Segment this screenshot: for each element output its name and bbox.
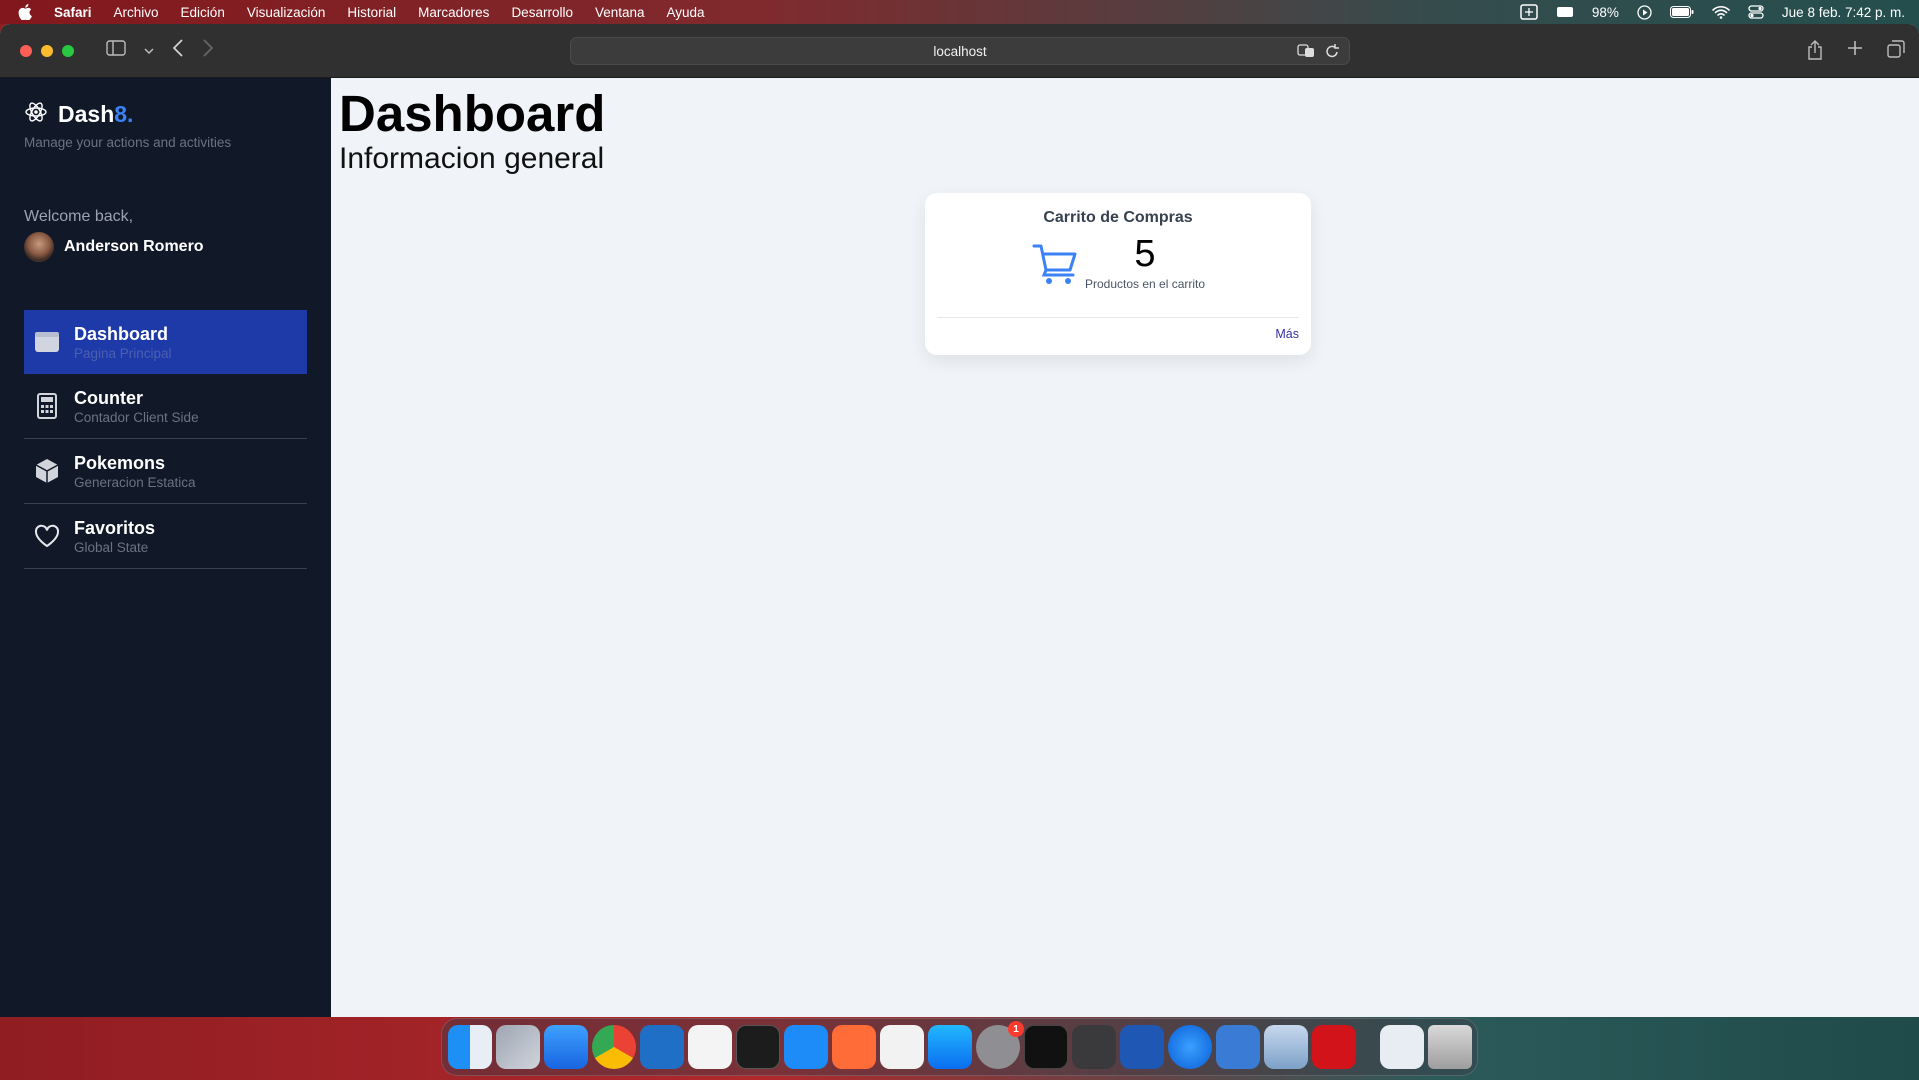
sidebar-toggle-icon[interactable]: [106, 40, 126, 61]
menu-visualizacion[interactable]: Visualización: [247, 5, 326, 20]
cart-description: Productos en el carrito: [1084, 277, 1206, 291]
more-link[interactable]: Más: [1275, 327, 1299, 341]
screen-mirror-icon[interactable]: [1520, 4, 1538, 20]
wifi-icon[interactable]: [1712, 5, 1730, 19]
terminal-icon[interactable]: [736, 1025, 780, 1069]
reload-icon[interactable]: [1325, 43, 1339, 62]
window-controls: [20, 44, 74, 57]
macos-dock: 1: [441, 1018, 1478, 1076]
shopping-cart-card: Carrito de Compras 5 Productos en el car…: [925, 193, 1311, 355]
calculator-icon: [34, 393, 60, 419]
sidebar-item-sublabel: Global State: [74, 539, 149, 555]
main-content: Dashboard Informacion general Carrito de…: [331, 78, 1919, 1017]
battery-percent: 98%: [1591, 4, 1619, 20]
address-bar[interactable]: localhost: [570, 37, 1350, 65]
close-window-button[interactable]: [20, 44, 32, 57]
browser-window: localhost Dash8. Manage your actions and…: [0, 24, 1919, 1017]
sidebar-item-sublabel: Contador Client Side: [74, 409, 199, 425]
user-profile: Anderson Romero: [24, 232, 307, 262]
sidebar-item-favoritos[interactable]: Favoritos Global State: [24, 504, 307, 569]
trash-icon[interactable]: [1428, 1025, 1472, 1069]
preview-icon[interactable]: [1264, 1025, 1308, 1069]
launchpad-icon[interactable]: [496, 1025, 540, 1069]
word-icon[interactable]: [1120, 1025, 1164, 1069]
sidebar-item-sublabel: Pagina Principal: [74, 345, 172, 361]
notification-badge: 1: [1008, 1021, 1024, 1037]
shopping-cart-icon: [1031, 239, 1079, 287]
menu-edicion[interactable]: Edición: [181, 5, 225, 20]
brand-title: Dash8.: [58, 101, 134, 127]
app-store-icon[interactable]: [928, 1025, 972, 1069]
forward-button[interactable]: [202, 39, 214, 62]
finder-icon[interactable]: [448, 1025, 492, 1069]
textedit-icon[interactable]: [880, 1025, 924, 1069]
sidebar-item-label: Dashboard: [74, 323, 169, 344]
battery-icon[interactable]: [1669, 6, 1694, 18]
welcome-text: Welcome back,: [24, 208, 134, 225]
keyboard-icon[interactable]: [1556, 6, 1574, 18]
system-settings-icon[interactable]: 1: [976, 1021, 1024, 1069]
docker-icon[interactable]: [784, 1025, 828, 1069]
chevron-down-icon[interactable]: [144, 42, 154, 60]
react-atom-icon: [24, 100, 48, 129]
user-name: Anderson Romero: [64, 238, 204, 255]
migration-icon[interactable]: [1216, 1025, 1260, 1069]
browser-toolbar: localhost: [0, 24, 1919, 78]
zoom-window-button[interactable]: [62, 44, 74, 57]
minimize-window-button[interactable]: [41, 44, 53, 57]
sidebar-item-sublabel: Generacion Estatica: [74, 474, 196, 490]
cart-count: 5: [1134, 233, 1156, 275]
menu-ayuda[interactable]: Ayuda: [667, 5, 705, 20]
play-circle-icon[interactable]: [1637, 4, 1652, 20]
chrome-icon[interactable]: [592, 1025, 636, 1069]
mail-icon[interactable]: [544, 1025, 588, 1069]
sidebar: Dash8. Manage your actions and activitie…: [0, 78, 331, 1017]
safari-icon[interactable]: [1168, 1025, 1212, 1069]
brand: Dash8.: [24, 100, 307, 129]
brand-accent: 8.: [114, 101, 134, 127]
share-icon[interactable]: [1807, 40, 1823, 65]
heart-icon: [34, 523, 60, 549]
control-center-icon[interactable]: [1748, 5, 1764, 19]
postman-icon[interactable]: [832, 1025, 876, 1069]
vscode-icon[interactable]: [640, 1025, 684, 1069]
card-divider: [937, 317, 1299, 318]
brand-tagline: Manage your actions and activities: [24, 135, 232, 150]
back-button[interactable]: [172, 39, 184, 62]
menu-app-name[interactable]: Safari: [54, 5, 92, 20]
menu-datetime[interactable]: Jue 8 feb. 7:42 p. m.: [1782, 5, 1905, 20]
acrobat-icon[interactable]: [1312, 1025, 1356, 1069]
macos-menu-bar: Safari Archivo Edición Visualización His…: [0, 0, 1919, 24]
window-icon: [34, 329, 60, 355]
sidebar-item-pokemons[interactable]: Pokemons Generacion Estatica: [24, 439, 307, 504]
translate-icon[interactable]: [1297, 43, 1315, 62]
page-title: Dashboard: [339, 85, 606, 142]
menu-ventana[interactable]: Ventana: [595, 5, 645, 20]
sidebar-nav: Dashboard Pagina Principal Counter Conta…: [24, 310, 307, 569]
sidebar-item-label: Counter: [74, 387, 143, 408]
downloads-folder-icon[interactable]: [1380, 1025, 1424, 1069]
new-tab-icon[interactable]: [1847, 40, 1863, 65]
page-subtitle: Informacion general: [339, 142, 605, 176]
sidebar-item-label: Pokemons: [74, 452, 166, 473]
menu-desarrollo[interactable]: Desarrollo: [511, 5, 573, 20]
activity-monitor-icon[interactable]: [1024, 1025, 1068, 1069]
sidebar-item-dashboard[interactable]: Dashboard Pagina Principal: [24, 310, 307, 374]
menu-historial[interactable]: Historial: [347, 5, 396, 20]
sidebar-item-label: Favoritos: [74, 517, 156, 538]
sidebar-item-counter[interactable]: Counter Contador Client Side: [24, 374, 307, 439]
box-icon: [34, 458, 60, 484]
url-text[interactable]: localhost: [933, 44, 986, 59]
avatar: [24, 232, 54, 262]
apple-icon[interactable]: [18, 4, 32, 20]
card-title: Carrito de Compras: [1043, 209, 1193, 226]
menu-marcadores[interactable]: Marcadores: [418, 5, 489, 20]
menu-archivo[interactable]: Archivo: [114, 5, 159, 20]
calculator-app-icon[interactable]: [1072, 1025, 1116, 1069]
tab-overview-icon[interactable]: [1887, 40, 1905, 65]
slack-icon[interactable]: [688, 1025, 732, 1069]
